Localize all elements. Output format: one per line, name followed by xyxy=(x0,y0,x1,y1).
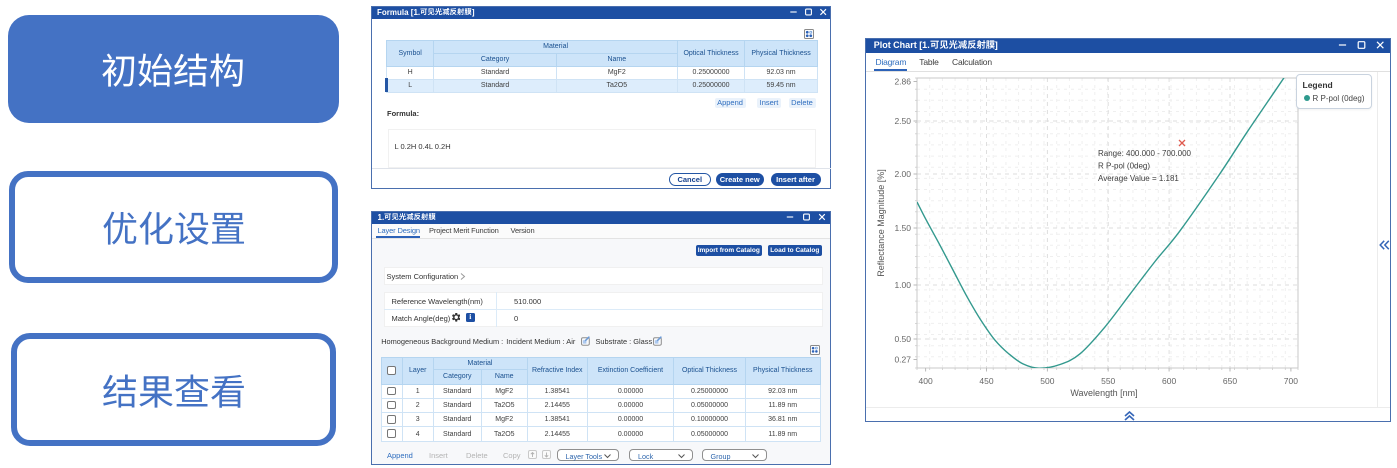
svg-text:Reflectance Magnitude [%]: Reflectance Magnitude [%] xyxy=(876,169,886,277)
svg-text:Wavelength [nm]: Wavelength [nm] xyxy=(1070,388,1137,398)
svg-text:1.00: 1.00 xyxy=(894,280,911,290)
svg-text:600: 600 xyxy=(1162,376,1176,386)
svg-text:R P-pol (0deg): R P-pol (0deg) xyxy=(1098,162,1150,171)
svg-text:450: 450 xyxy=(979,376,993,386)
svg-text:2.86: 2.86 xyxy=(894,77,911,87)
svg-text:0.50: 0.50 xyxy=(894,334,911,344)
svg-text:550: 550 xyxy=(1101,376,1115,386)
svg-text:500: 500 xyxy=(1040,376,1054,386)
svg-text:650: 650 xyxy=(1223,376,1237,386)
svg-text:2.50: 2.50 xyxy=(894,116,911,126)
svg-text:0.27: 0.27 xyxy=(894,355,911,365)
svg-text:400: 400 xyxy=(919,376,933,386)
svg-text:Average Value = 1.181: Average Value = 1.181 xyxy=(1098,174,1179,183)
svg-text:Range: 400.000 - 700.000: Range: 400.000 - 700.000 xyxy=(1098,149,1192,158)
svg-text:1.50: 1.50 xyxy=(894,223,911,233)
svg-text:2.00: 2.00 xyxy=(894,169,911,179)
svg-text:700: 700 xyxy=(1284,376,1298,386)
